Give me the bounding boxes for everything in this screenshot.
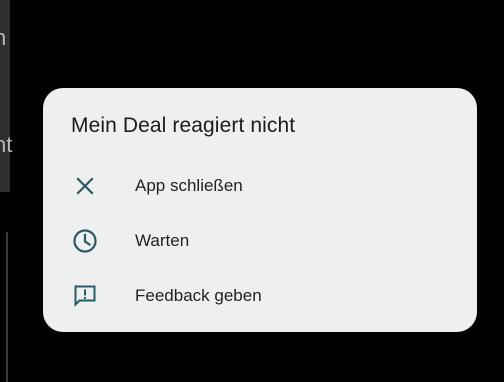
screen: n nt Mein Deal reagiert nicht App schlie… <box>0 0 504 382</box>
close-app-label: App schließen <box>135 176 243 195</box>
feedback-icon <box>71 282 99 310</box>
wait-option[interactable]: Warten <box>43 215 477 267</box>
dialog-title: Mein Deal reagiert nicht <box>71 114 296 137</box>
clock-icon <box>71 227 99 255</box>
close-icon <box>71 172 99 200</box>
background-partial-text: nt <box>0 132 13 157</box>
background-partial-text: n <box>0 25 7 50</box>
send-feedback-label: Feedback geben <box>135 286 262 305</box>
background-divider <box>6 232 8 382</box>
send-feedback-option[interactable]: Feedback geben <box>43 270 477 322</box>
wait-label: Warten <box>135 231 190 250</box>
app-not-responding-dialog: Mein Deal reagiert nicht App schließen W… <box>43 88 477 332</box>
close-app-option[interactable]: App schließen <box>43 160 477 212</box>
